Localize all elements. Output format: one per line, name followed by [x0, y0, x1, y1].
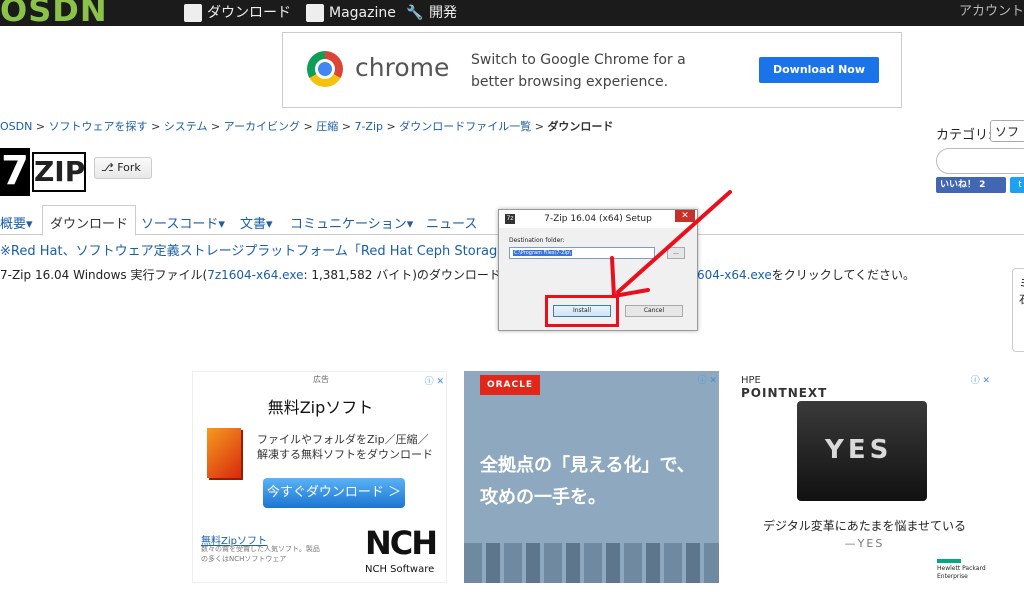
ad-headline-1: 全拠点の「見える化」で、	[480, 455, 695, 476]
ad-headline-2: 攻めの一手を。	[480, 487, 606, 508]
install-highlight-box	[545, 295, 619, 327]
ad-caption: デジタル変革にあたまを悩ませている	[762, 519, 967, 533]
download-description-tail: 604-x64.exeをクリックしてください。	[697, 266, 915, 283]
ad-choices-icon[interactable]: ⓘ ✕	[971, 373, 990, 386]
browse-button[interactable]: ...	[667, 247, 685, 259]
ad-headline: 無料Zipソフト	[267, 398, 374, 417]
tab-news[interactable]: ニュース	[426, 213, 477, 232]
search-input[interactable]	[936, 148, 1024, 174]
fork-button[interactable]: ⎇ Fork	[94, 157, 152, 179]
software-box-icon	[207, 428, 241, 478]
ad-sub-caption: —YES	[844, 537, 885, 550]
7zip-logo-seven: 7	[0, 148, 30, 196]
hpe-logo: Hewlett Packard Enterprise	[937, 559, 992, 581]
breadcrumb-item[interactable]: 圧縮	[316, 120, 338, 133]
breadcrumb-separator: >	[210, 120, 221, 133]
ad-choices-icon[interactable]: ⓘ ✕	[425, 374, 444, 387]
pointnext-logo-small: HPE	[741, 375, 761, 386]
nav-download-label: ダウンロード	[207, 5, 291, 21]
breadcrumb-item[interactable]: 7-Zip	[354, 120, 383, 133]
fork-label: Fork	[117, 161, 141, 174]
category-select[interactable]: ソフ	[990, 120, 1024, 142]
facebook-like-button[interactable]: いいね！ 2	[936, 177, 1006, 193]
chrome-download-button[interactable]: Download Now	[759, 57, 879, 83]
oracle-logo: ORACLE	[480, 375, 540, 395]
breadcrumb-item[interactable]: ソフトウェアを探す	[49, 120, 148, 133]
breadcrumb-separator: >	[341, 120, 351, 133]
cancel-button[interactable]: Cancel	[625, 305, 683, 317]
ad-small-print: 数々の賞を受賞した人気ソフト。製品の多くはNCHソフトウェア	[201, 545, 320, 563]
breadcrumb-separator: >	[534, 120, 544, 133]
breadcrumb-separator: >	[151, 120, 161, 133]
tab-source[interactable]: ソースコード▾	[141, 213, 225, 232]
chrome-logo-icon	[307, 51, 343, 87]
pointnext-logo-text: POINTNEXT	[741, 386, 828, 400]
breadcrumb: OSDN > ソフトウェアを探す > システム > アーカイビング > 圧縮 >…	[0, 118, 613, 134]
ad-hpe-pointnext[interactable]: HPE POINTNEXT ⓘ ✕ YES デジタル変革にあたまを悩ませている …	[737, 371, 992, 583]
destination-folder-label: Destination folder:	[509, 237, 565, 244]
7zip-logo: 7 ZIP	[0, 148, 88, 196]
chrome-ad-message: Switch to Google Chrome for a better bro…	[471, 52, 686, 90]
breadcrumb-separator: >	[303, 120, 313, 133]
breadcrumb-separator: >	[386, 120, 396, 133]
top-navigation-bar: OSDN ダウンロード Magazine 🔧 開発 アカウント	[0, 0, 1024, 26]
breadcrumb-current: ダウンロード	[547, 120, 614, 133]
news-notice-link[interactable]: ※Red Hat、ソフトウェア定義ストレージプラットフォーム「Red Hat C…	[0, 240, 556, 259]
ad-zip-software[interactable]: 広告 ⓘ ✕ 無料Zipソフト ファイルやフォルダをZip／圧縮／解凍する無料ソ…	[192, 371, 447, 583]
7zip-logo-zip: ZIP	[32, 152, 86, 192]
tab-docs[interactable]: 文書▾	[240, 213, 273, 232]
pointnext-logo: HPE POINTNEXT	[741, 375, 827, 400]
breadcrumb-item[interactable]: アーカイビング	[224, 120, 300, 133]
chrome-wordmark: chrome	[355, 53, 450, 82]
nav-develop-label: 開発	[429, 5, 457, 21]
ad-choices-icon[interactable]: ⓘ ✕	[698, 373, 717, 386]
side-panel: ミ 石	[1012, 268, 1024, 352]
ad-copy: ファイルやフォルダをZip／圧縮／解凍する無料ソフトをダウンロード	[257, 433, 433, 461]
breadcrumb-item[interactable]: システム	[164, 120, 208, 133]
7zip-app-icon: 7z	[505, 214, 515, 224]
nav-develop[interactable]: 🔧 開発	[406, 0, 457, 26]
wrench-icon: 🔧	[406, 5, 424, 21]
tab-communication[interactable]: コミュニケーション▾	[290, 213, 413, 232]
file-link[interactable]: 7z1604-x64.exe	[207, 268, 303, 282]
nav-magazine-label: Magazine	[329, 5, 396, 21]
destination-folder-input[interactable]: C:\Program Files\7-Zip\	[509, 247, 655, 259]
category-label: カテゴリ:	[936, 128, 993, 143]
tab-overview[interactable]: 概要▾	[0, 213, 33, 232]
osdn-logo[interactable]: OSDN	[0, 0, 108, 26]
ad-tag: 広告	[313, 375, 329, 384]
city-skyline-illustration	[464, 543, 719, 583]
nch-logo: NCH	[365, 524, 438, 562]
nch-logo-sub: NCH Software	[365, 564, 435, 575]
breadcrumb-item[interactable]: OSDN	[0, 120, 32, 133]
account-menu[interactable]: アカウント	[959, 0, 1024, 19]
chrome-ad-banner[interactable]: chrome Switch to Google Chrome for a bet…	[282, 32, 902, 108]
nav-magazine[interactable]: Magazine	[306, 0, 396, 26]
direct-link[interactable]: 604-x64.exe	[697, 268, 772, 282]
dialog-title: 7-Zip 16.04 (x64) Setup	[544, 214, 652, 224]
description-prefix: 7-Zip 16.04 Windows 実行ファイル(	[0, 268, 208, 282]
destination-folder-value: C:\Program Files\7-Zip\	[513, 250, 572, 256]
twitter-icon[interactable]: t	[1010, 177, 1024, 193]
tab-download[interactable]: ダウンロード	[42, 205, 137, 236]
dialog-close-button[interactable]: ✕	[675, 210, 695, 222]
ad-oracle[interactable]: ORACLE ⓘ ✕ 全拠点の「見える化」で、 攻めの一手を。	[464, 371, 719, 583]
download-icon	[184, 4, 202, 22]
magazine-icon	[306, 4, 324, 22]
case-yes-text: YES	[825, 435, 893, 465]
description-suffix: をクリックしてください。	[771, 268, 915, 282]
breadcrumb-separator: >	[35, 120, 46, 133]
dialog-title-bar[interactable]: 7-Zip 16.04 (x64) Setup	[499, 210, 697, 228]
nav-download[interactable]: ダウンロード	[184, 0, 291, 26]
breadcrumb-item[interactable]: ダウンロードファイル一覧	[399, 120, 531, 133]
download-description: 7-Zip 16.04 Windows 実行ファイル(7z1604-x64.ex…	[0, 266, 537, 283]
fork-icon: ⎇	[101, 161, 118, 174]
ad-download-button[interactable]: 今すぐダウンロード ＞	[263, 478, 405, 508]
